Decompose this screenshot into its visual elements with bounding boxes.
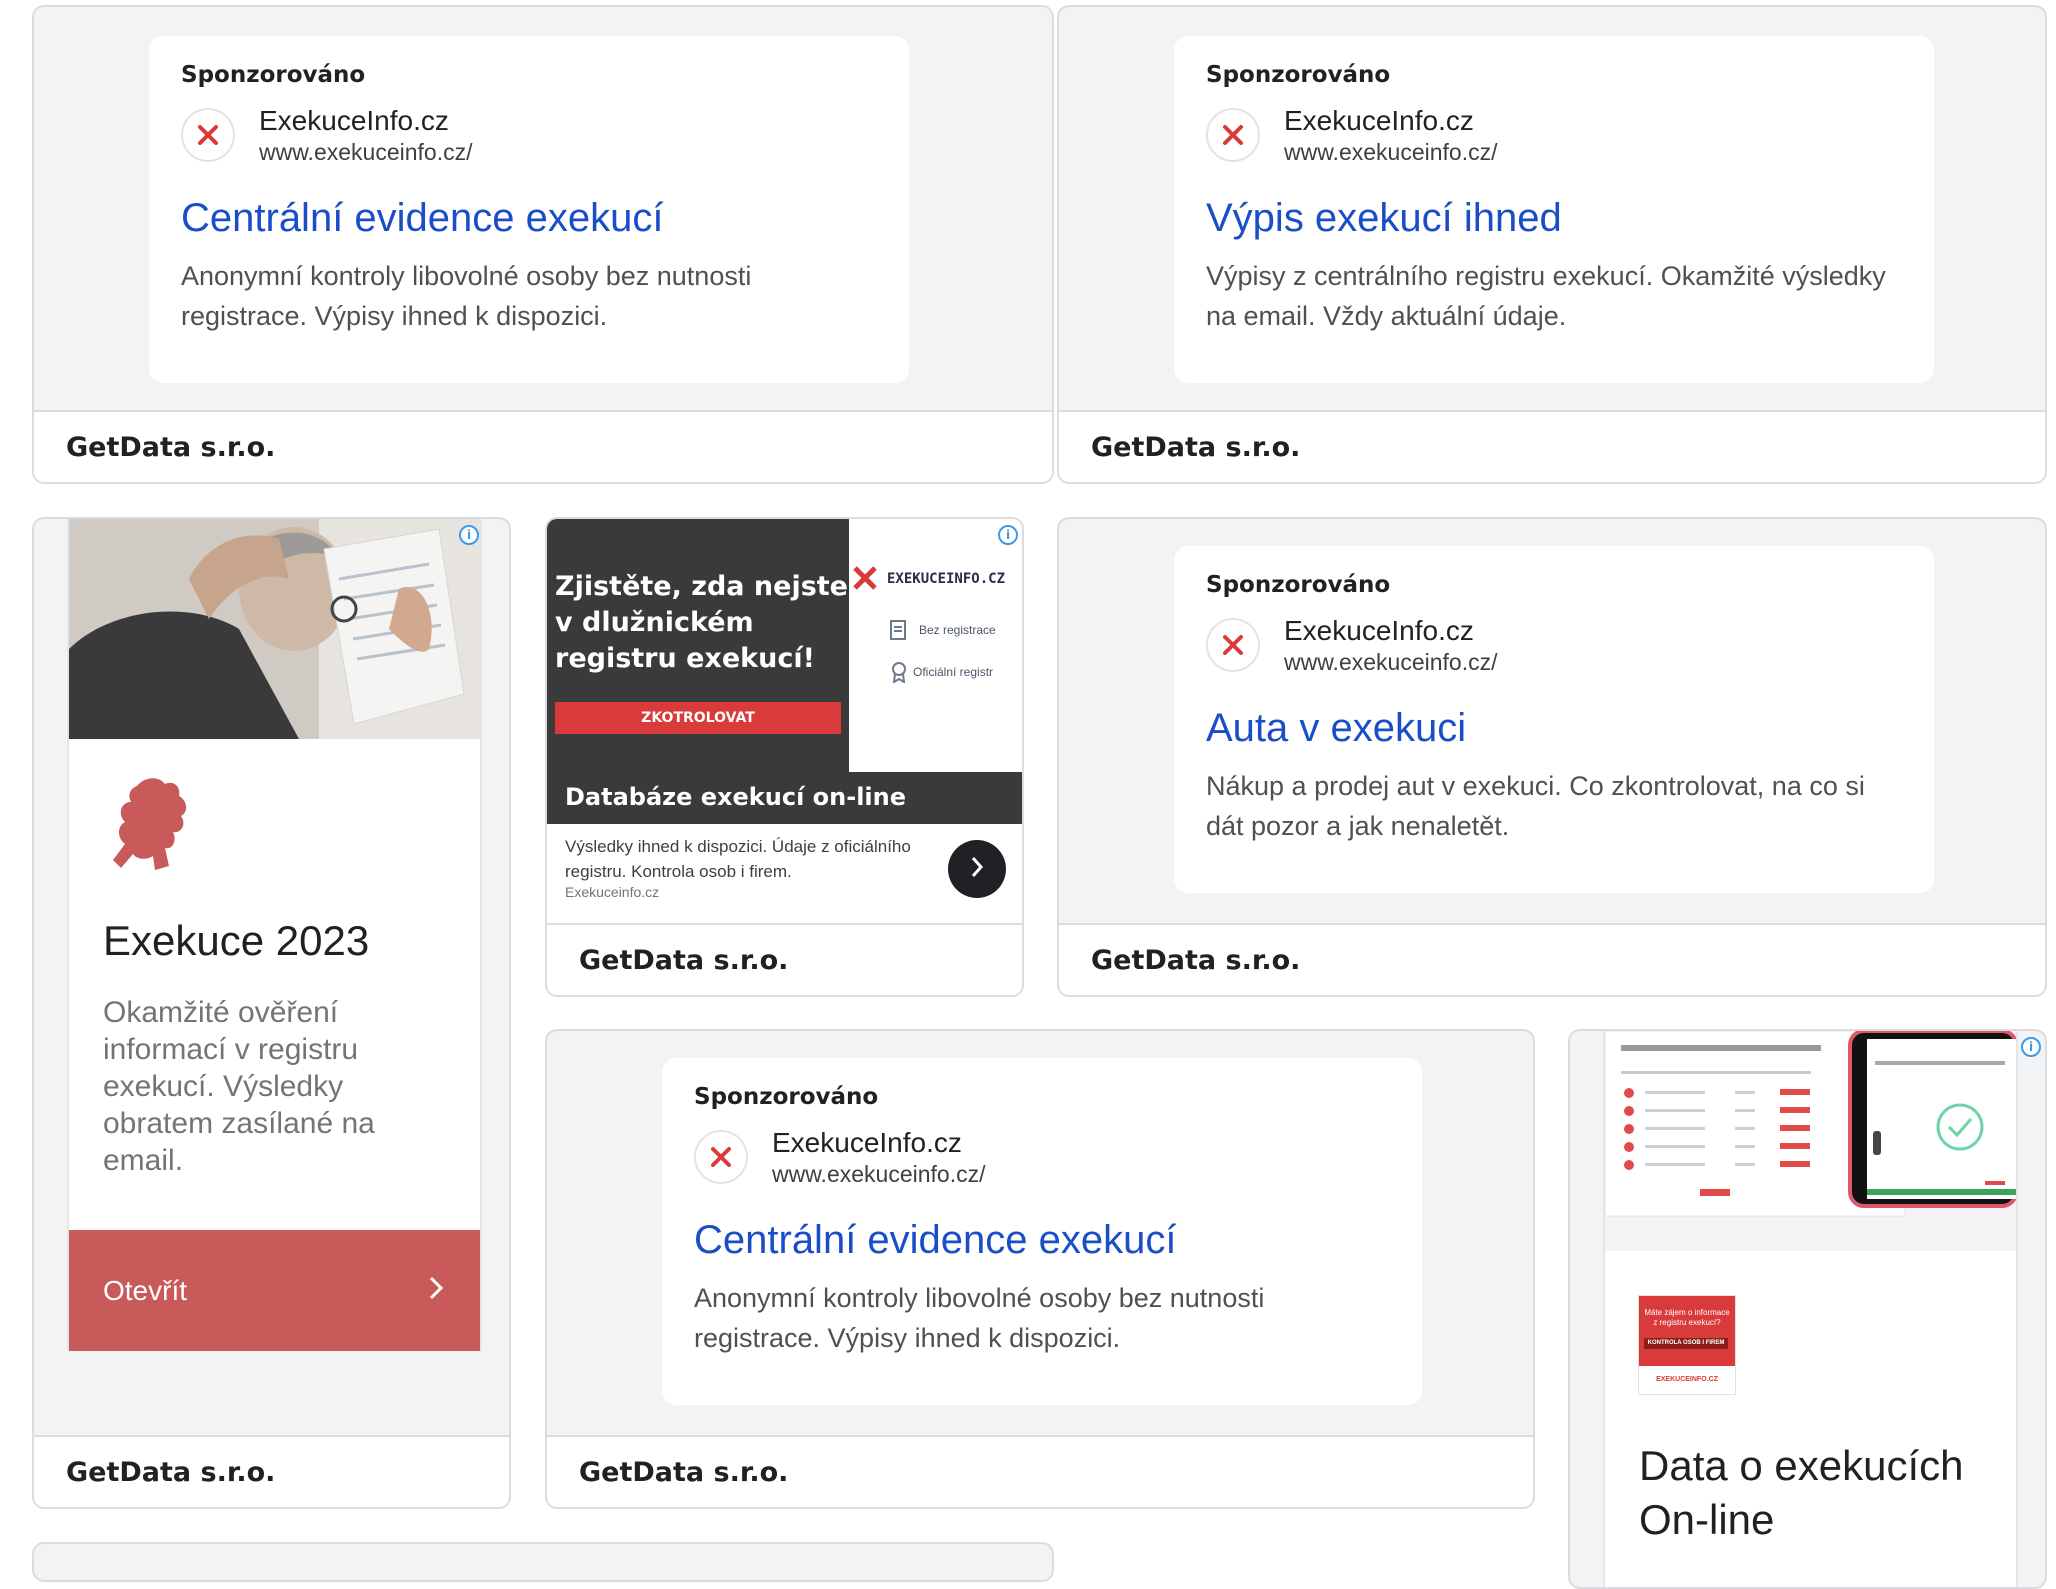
banner-body: Výsledky ihned k dispozici. Údaje z ofic… xyxy=(565,837,911,881)
advertiser-name: ExekuceInfo.cz xyxy=(1284,105,1474,136)
ad-card-2[interactable]: Sponzorováno ExekuceInfo.cz www.exekucei… xyxy=(1057,5,2047,484)
advertiser-url: www.exekuceinfo.cz/ xyxy=(772,1161,986,1187)
sponsored-label: Sponzorováno xyxy=(1206,62,1391,88)
banner-headline-line-1: Zjistěte, zda nejste xyxy=(555,571,848,602)
mini-banner-red: Máte zájem o informace z registru exekuc… xyxy=(1639,1296,1735,1366)
advertiser-url: www.exekuceinfo.cz/ xyxy=(259,139,473,165)
advertiser-url: www.exekuceinfo.cz/ xyxy=(1284,139,1498,165)
ad-headline-link[interactable]: Centrální evidence exekucí xyxy=(694,1216,1390,1264)
check-button[interactable]: ZKOTROLOVAT xyxy=(555,702,841,734)
advertiser-footer: GetData s.r.o. xyxy=(1059,923,2045,995)
advertiser-footer: GetData s.r.o. xyxy=(547,923,1022,995)
banner-headline-line-2: v dlužnickém xyxy=(555,607,754,638)
ad-headline-link[interactable]: Auta v exekuci xyxy=(1206,704,1902,752)
mini-banner-button: KONTROLA OSOB I FIREM xyxy=(1644,1338,1728,1349)
ad-headline-link[interactable]: Výpis exekucí ihned xyxy=(1206,194,1902,242)
image-ad-title: Data o exekucích On-line xyxy=(1639,1442,1964,1543)
banner-creative[interactable]: Zjistěte, zda nejste v dlužnickém regist… xyxy=(547,519,1022,919)
ad-card-partial[interactable] xyxy=(32,1542,1054,1582)
advertiser-logo-icon xyxy=(694,1130,748,1184)
tall-ad-description: Okamžité ověření informací v registru ex… xyxy=(103,996,375,1177)
chevron-right-icon xyxy=(969,855,985,884)
mini-banner-text: Máte zájem o informace z registru exekuc… xyxy=(1644,1308,1730,1327)
chevron-right-icon xyxy=(426,1274,446,1307)
next-arrow-button[interactable] xyxy=(948,840,1006,898)
feature-official-registry: Oficiální registr xyxy=(913,665,994,679)
feature-no-registration: Bez registrace xyxy=(919,623,996,637)
certificate-icon xyxy=(889,661,909,688)
ad-card-image[interactable]: Máte zájem o informace z registru exekuc… xyxy=(1568,1029,2047,1589)
brand-x-icon xyxy=(852,565,878,596)
advertiser-footer: GetData s.r.o. xyxy=(34,410,1052,482)
mini-banner-logo: EXEKUCEINFO.CZ xyxy=(1656,1376,1718,1383)
ad-description: Nákup a prodej aut v exekuci. Co zkontro… xyxy=(1206,771,1865,841)
advertiser-logo-icon xyxy=(181,108,235,162)
man-reading-photo xyxy=(69,519,480,739)
ad-info-icon[interactable]: i xyxy=(998,525,1018,545)
ad-info-icon[interactable]: i xyxy=(2021,1037,2041,1057)
ad-card-tall[interactable]: Exekuce 2023 Okamžité ověření informací … xyxy=(32,517,511,1509)
banner-title-bar: Databáze exekucí on-line xyxy=(547,772,1022,824)
ad-content[interactable]: Sponzorováno ExekuceInfo.cz www.exekucei… xyxy=(1174,36,1934,383)
lion-logo-icon xyxy=(107,774,199,879)
banner-dark-panel: Zjistěte, zda nejste v dlužnickém regist… xyxy=(547,519,849,772)
advertiser-footer: GetData s.r.o. xyxy=(1059,410,2045,482)
document-icon xyxy=(889,619,909,646)
advertiser-logo-icon xyxy=(1206,108,1260,162)
ad-info-icon[interactable]: i xyxy=(459,525,479,545)
image-ad-creative[interactable]: Máte zájem o informace z registru exekuc… xyxy=(1603,1031,2018,1587)
advertiser-name: ExekuceInfo.cz xyxy=(772,1127,962,1158)
open-button-label: Otevřít xyxy=(103,1274,188,1306)
ad-card-4[interactable]: Sponzorováno ExekuceInfo.cz www.exekucei… xyxy=(545,1029,1535,1509)
banner-domain: Exekuceinfo.cz xyxy=(565,884,660,900)
advertiser-name: ExekuceInfo.cz xyxy=(1284,615,1474,646)
ad-card-1[interactable]: Sponzorováno ExekuceInfo.cz www.exekucei… xyxy=(32,5,1054,484)
ad-card-3[interactable]: Sponzorováno ExekuceInfo.cz www.exekucei… xyxy=(1057,517,2047,997)
banner-headline-line-3: registru exekucí! xyxy=(555,643,815,674)
sponsored-label: Sponzorováno xyxy=(181,62,366,88)
banner-right-panel: EXEKUCEINFO.CZ Bez registrace Oficiální … xyxy=(849,519,1022,772)
tall-ad-title: Exekuce 2023 xyxy=(103,917,370,964)
ad-card-banner[interactable]: Zjistěte, zda nejste v dlužnickém regist… xyxy=(545,517,1024,997)
advertiser-url: www.exekuceinfo.cz/ xyxy=(1284,649,1498,675)
mini-banner: Máte zájem o informace z registru exekuc… xyxy=(1638,1295,1736,1395)
ad-description: Anonymní kontroly libovolné osoby bez nu… xyxy=(694,1283,1265,1353)
ad-content[interactable]: Sponzorováno ExekuceInfo.cz www.exekucei… xyxy=(149,36,909,383)
ad-description: Výpisy z centrálního registru exekucí. O… xyxy=(1206,261,1886,331)
sponsored-label: Sponzorováno xyxy=(694,1084,879,1110)
ad-headline-link[interactable]: Centrální evidence exekucí xyxy=(181,194,877,242)
website-screenshot-illustration xyxy=(1605,1031,2016,1251)
advertiser-logo-icon xyxy=(1206,618,1260,672)
advertiser-name: ExekuceInfo.cz xyxy=(259,105,449,136)
advertiser-footer: GetData s.r.o. xyxy=(34,1435,509,1507)
open-button[interactable]: Otevřít xyxy=(69,1230,480,1351)
ad-content[interactable]: Sponzorováno ExekuceInfo.cz www.exekucei… xyxy=(1174,546,1934,893)
banner-logo-text: EXEKUCEINFO.CZ xyxy=(887,571,1006,587)
advertiser-footer: GetData s.r.o. xyxy=(547,1435,1533,1507)
sponsored-label: Sponzorováno xyxy=(1206,572,1391,598)
ad-creative[interactable]: Exekuce 2023 Okamžité ověření informací … xyxy=(67,519,482,1351)
ad-description: Anonymní kontroly libovolné osoby bez nu… xyxy=(181,261,752,331)
ad-content[interactable]: Sponzorováno ExekuceInfo.cz www.exekucei… xyxy=(662,1058,1422,1405)
banner-bar-title: Databáze exekucí on-line xyxy=(565,783,907,811)
